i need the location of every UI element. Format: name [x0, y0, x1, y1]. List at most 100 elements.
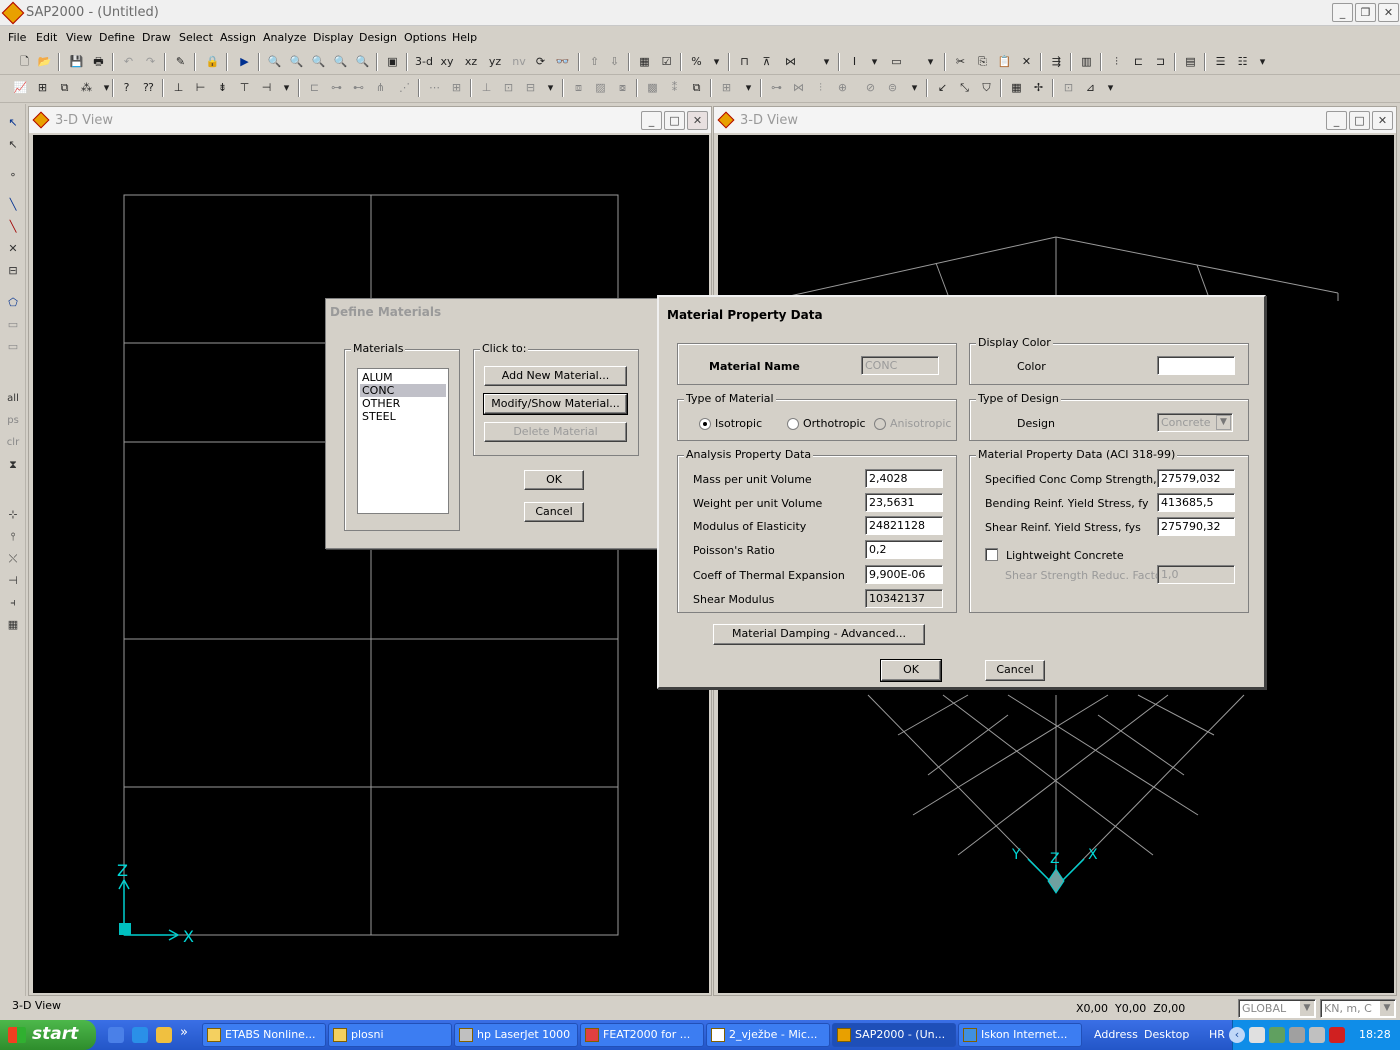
section-icon[interactable]: I — [846, 53, 863, 70]
divide-icon[interactable]: ⫶ — [1108, 53, 1125, 70]
view-minimize-button[interactable]: _ — [1326, 111, 1347, 130]
frame-icon[interactable]: ⊓ — [736, 53, 753, 70]
snap-fine-grid-icon[interactable]: ▦ — [4, 616, 22, 634]
view-nv-button[interactable]: nv — [510, 53, 528, 70]
task-feat2000[interactable]: FEAT2000 for ... — [580, 1023, 704, 1047]
tray-expand-icon[interactable]: ‹ — [1229, 1027, 1245, 1043]
grid-select-icon[interactable]: ▦ — [636, 53, 653, 70]
constraint-icon[interactable]: ⫶ — [812, 79, 829, 96]
link-icon[interactable]: ⊶ — [768, 79, 785, 96]
sap-icon[interactable]: ⊞ — [34, 79, 51, 96]
align-icon[interactable]: ☰ — [1212, 53, 1229, 70]
ok-button[interactable]: OK — [524, 470, 584, 490]
design-more-icon[interactable]: ⊟ — [522, 79, 539, 96]
list-item[interactable]: ALUM — [360, 371, 446, 384]
element-forces-icon[interactable]: ⊷ — [350, 79, 367, 96]
groups-icon[interactable]: ⊜ — [884, 79, 901, 96]
quicklaunch-app-icon[interactable] — [156, 1027, 172, 1043]
refresh-view-icon[interactable]: ▣ — [384, 53, 401, 70]
steel-design-icon[interactable]: ⧈ — [570, 79, 587, 96]
tray-printer-icon[interactable] — [1309, 1027, 1325, 1043]
quicklaunch-browser-icon[interactable] — [132, 1027, 148, 1043]
frame-release-icon[interactable]: ⊢ — [192, 79, 209, 96]
select-all-button[interactable]: all — [4, 390, 22, 408]
left-3d-view-window[interactable]: 3-D View _ □ ✕ Z X — [28, 106, 712, 996]
tray-volume-icon[interactable] — [1289, 1027, 1305, 1043]
aluminum-design-icon[interactable]: ⧇ — [614, 79, 631, 96]
minimize-button[interactable]: _ — [1332, 3, 1353, 22]
cut-icon[interactable]: ✂ — [952, 53, 969, 70]
dropdown-icon[interactable]: ▾ — [542, 79, 559, 96]
perspective-icon[interactable]: 👓 — [554, 53, 571, 70]
tray-network-icon[interactable] — [1249, 1027, 1265, 1043]
modulus-of-elasticity-field[interactable]: 24821128 — [865, 516, 943, 535]
clear-selection-button[interactable]: clr — [4, 434, 22, 452]
snap-points-icon[interactable]: ↙ — [934, 79, 951, 96]
menu-define[interactable]: Define — [99, 31, 135, 44]
check-icon[interactable]: ☑ — [658, 53, 675, 70]
list-item-selected[interactable]: CONC — [360, 384, 446, 397]
task-sap2000[interactable]: SAP2000 - (Un... — [832, 1023, 956, 1047]
tray-antivirus-icon[interactable] — [1269, 1027, 1285, 1043]
address-toolbar[interactable]: Address — [1094, 1028, 1138, 1041]
poissons-ratio-field[interactable]: 0,2 — [865, 540, 943, 559]
chevron-down-icon[interactable]: ▼ — [1300, 1001, 1314, 1016]
joint-restraint-icon[interactable]: ⊥ — [170, 79, 187, 96]
coord-system-select[interactable]: GLOBAL ▼ — [1238, 999, 1316, 1018]
language-indicator[interactable]: HR — [1209, 1028, 1225, 1041]
view-xz-button[interactable]: xz — [462, 53, 480, 70]
units-select[interactable]: KN, m, C ▼ — [1320, 999, 1396, 1018]
print-icon[interactable]: 🖶 — [90, 53, 107, 70]
reactions-icon[interactable]: ⋔ — [372, 79, 389, 96]
dropdown-icon[interactable]: ▾ — [866, 53, 883, 70]
lock-icon[interactable]: 🔒 — [204, 53, 221, 70]
task-word[interactable]: 2_vježbe - Mic... — [706, 1023, 830, 1047]
frame-truss-icon[interactable]: ⋈ — [782, 53, 799, 70]
diaphragm-icon[interactable]: ⊕ — [834, 79, 851, 96]
menu-display[interactable]: Display — [313, 31, 354, 44]
open-file-icon[interactable]: 📂 — [36, 53, 53, 70]
dropdown-icon[interactable]: ▾ — [1254, 53, 1271, 70]
move-up-icon[interactable]: ⇧ — [586, 53, 603, 70]
list-item[interactable]: STEEL — [360, 410, 446, 423]
cancel-button[interactable]: Cancel — [524, 502, 584, 522]
delete-icon[interactable]: ✕ — [1018, 53, 1035, 70]
restore-button[interactable]: ❐ — [1355, 3, 1376, 22]
sap2000-app-icon[interactable] — [1, 1, 25, 25]
pan-icon[interactable]: 🔍 — [354, 53, 371, 70]
draw-frame-icon[interactable]: ╲ — [4, 196, 22, 214]
shear-yield-field[interactable]: 275790,32 — [1157, 517, 1235, 536]
task-printer[interactable]: hp LaserJet 1000 — [454, 1023, 578, 1047]
mesh-icon[interactable]: ▥ — [1078, 53, 1095, 70]
dropdown-icon[interactable]: ▾ — [906, 79, 923, 96]
tray-acrobat-icon[interactable] — [1329, 1027, 1345, 1043]
quicklaunch-ie-icon[interactable] — [108, 1027, 124, 1043]
vehicles-icon[interactable]: ⧉ — [688, 79, 705, 96]
dropdown-icon[interactable]: ▾ — [740, 79, 757, 96]
frame-load-icon[interactable]: ⊤ — [236, 79, 253, 96]
view-maximize-button[interactable]: □ — [664, 111, 685, 130]
help-query-icon[interactable]: ? — [118, 79, 135, 96]
menu-draw[interactable]: Draw — [142, 31, 171, 44]
draw-link-icon[interactable]: ⊟ — [4, 262, 22, 280]
rotate-icon[interactable]: ⟳ — [532, 53, 549, 70]
paste-icon[interactable]: 📋 — [996, 53, 1013, 70]
conc-strength-field[interactable]: 27579,032 — [1157, 469, 1235, 488]
chevron-down-icon[interactable]: ▼ — [1380, 1001, 1394, 1016]
draw-brace-icon[interactable]: ✕ — [4, 240, 22, 258]
draw-rect-area-icon[interactable]: ▭ — [4, 316, 22, 334]
shear-modulus-field[interactable]: 10342137 — [865, 589, 943, 608]
view-close-button[interactable]: ✕ — [687, 111, 708, 130]
zoom-full-icon[interactable]: 🔍 — [288, 53, 305, 70]
menu-view[interactable]: View — [66, 31, 92, 44]
view-close-button[interactable]: ✕ — [1372, 111, 1393, 130]
joint-load-icon[interactable]: ⇟ — [214, 79, 231, 96]
weight-per-volume-field[interactable]: 23,5631 — [865, 493, 943, 512]
nodes-icon[interactable]: ⁂ — [78, 79, 95, 96]
desktop-toolbar[interactable]: Desktop — [1144, 1028, 1189, 1041]
close-button[interactable]: ✕ — [1378, 3, 1399, 22]
layers-icon[interactable]: ⧉ — [56, 79, 73, 96]
menu-help[interactable]: Help — [452, 31, 477, 44]
snap-to-ends-icon[interactable]: ⫯ — [4, 528, 22, 546]
ok-button[interactable]: OK — [880, 659, 942, 682]
